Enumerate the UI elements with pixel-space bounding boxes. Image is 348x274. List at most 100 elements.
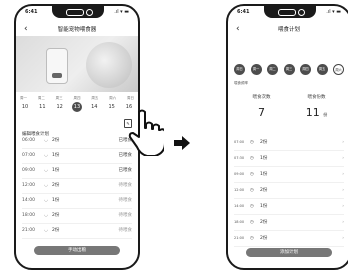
phone-notch — [52, 6, 104, 18]
chevron-right-icon: › — [342, 236, 344, 241]
row-portion: 1份 — [52, 198, 60, 203]
weekday-toggle[interactable]: 周五 — [316, 64, 328, 75]
row-portion: 2份 — [52, 183, 60, 188]
plan-portion: 1份 — [260, 156, 268, 161]
plan-row[interactable]: 18:00 ◷ 2份 › — [234, 215, 344, 231]
row-portion: 2份 — [52, 138, 60, 143]
date-selector[interactable]: 10 11 12 13 14 15 16 — [20, 102, 134, 112]
bowl-icon: ◡ — [44, 183, 48, 188]
chevron-right-icon: › — [342, 172, 344, 177]
page-title: 智能宠物喂食器 — [57, 27, 97, 33]
plan-portion: 2份 — [260, 220, 268, 225]
schedule-row[interactable]: 07:00 ◡ 1份 已喂食 — [22, 149, 132, 164]
schedule-row[interactable]: 14:00 ◡ 1份 待喂食 — [22, 194, 132, 209]
add-plan-button[interactable]: 添加计划 — [246, 248, 332, 257]
portion-number: 11 — [305, 106, 320, 119]
right-phone-frame: 6:41 .ıl ▾ ▬ ‹ 喂食计划 周日 周一 周二 周三 周四 周五 周六 喂食频率 … — [226, 4, 348, 270]
weekday-toggle[interactable]: 周三 — [283, 64, 295, 75]
weekday-label: 周日 — [126, 96, 134, 100]
date-item[interactable]: 15 — [107, 102, 117, 112]
weekday-toggle-group: 周日 周一 周二 周三 周四 周五 周六 — [234, 64, 344, 75]
chevron-right-icon: › — [342, 140, 344, 145]
plan-portion: 2份 — [260, 188, 268, 193]
clock-icon: ◷ — [250, 172, 254, 177]
schedule-row[interactable]: 09:00 ◡ 1份 已喂食 — [22, 164, 132, 179]
left-phone-frame: 6:41 .ıl ▾ ▬ ‹ 智能宠物喂食器 周一 周二 周三 周四 周五 周六 周日 10… — [14, 4, 140, 270]
weekday-label: 周五 — [91, 96, 99, 100]
chevron-right-icon: › — [342, 220, 344, 225]
weekday-label: 周四 — [73, 96, 81, 100]
cat-image — [86, 42, 132, 88]
row-time: 07:00 — [22, 153, 35, 158]
weekday-label: 周二 — [37, 96, 45, 100]
row-status: 已喂食 — [118, 168, 133, 173]
plan-time: 14:00 — [234, 204, 245, 208]
bowl-icon: ◡ — [44, 213, 48, 218]
weekday-toggle[interactable]: 周四 — [300, 64, 311, 75]
schedule-header: 编辑喂食计划 ✎ — [22, 119, 132, 137]
clock-icon: ◷ — [250, 220, 254, 225]
plan-row[interactable]: 21:00 ◷ 2份 › — [234, 231, 344, 247]
date-item[interactable]: 12 — [55, 102, 65, 112]
feeder-device-image — [46, 48, 68, 84]
plan-time: 07:30 — [234, 156, 245, 160]
portion-unit: 份 — [323, 112, 328, 117]
bowl-icon: ◡ — [44, 168, 48, 173]
row-time: 18:00 — [22, 213, 35, 218]
plan-time: 12:00 — [234, 188, 245, 192]
flow-arrow-icon — [174, 136, 190, 150]
row-status: 待喂食 — [118, 228, 133, 233]
date-item[interactable]: 10 — [20, 102, 30, 112]
status-icons: .ıl ▾ ▬ — [114, 9, 129, 15]
weekday-label: 周一 — [20, 96, 27, 100]
status-icons: .ıl ▾ ▬ — [326, 9, 341, 15]
date-item[interactable]: 14 — [89, 102, 99, 112]
feed-count-value: 7 — [258, 106, 265, 119]
schedule-row[interactable]: 18:00 ◡ 2份 待喂食 — [22, 209, 132, 224]
row-time: 21:00 — [22, 228, 35, 233]
clock-icon: ◷ — [250, 188, 254, 193]
bowl-icon: ◡ — [44, 228, 48, 233]
feed-portion-value: 11 份 — [289, 106, 344, 119]
row-status: 待喂食 — [118, 213, 133, 218]
row-status: 待喂食 — [118, 198, 133, 203]
plan-portion: 1份 — [260, 204, 268, 209]
plan-row[interactable]: 07:00 ◷ 2份 › — [234, 135, 344, 151]
page-title: 喂食计划 — [277, 27, 300, 33]
weekday-toggle[interactable]: 周六 — [333, 64, 344, 75]
feed-count-label: 喂食次数 — [252, 95, 271, 100]
plan-time: 18:00 — [234, 220, 245, 224]
phone-notch — [264, 6, 316, 18]
weekday-toggle[interactable]: 周一 — [250, 64, 262, 75]
tap-hand-icon — [128, 109, 164, 156]
plan-row[interactable]: 09:00 ◷ 1份 › — [234, 167, 344, 183]
weekday-label: 周三 — [55, 96, 63, 100]
row-time: 09:00 — [22, 168, 35, 173]
date-item[interactable]: 11 — [37, 102, 47, 112]
date-item[interactable]: 13 — [71, 102, 82, 112]
chevron-right-icon: › — [342, 204, 344, 209]
weekday-toggle[interactable]: 周日 — [234, 64, 245, 75]
plan-portion: 1份 — [260, 172, 268, 177]
plan-row[interactable]: 07:30 ◷ 1份 › — [234, 151, 344, 167]
row-status: 待喂食 — [118, 183, 133, 188]
row-time: 12:00 — [22, 183, 35, 188]
feed-portion-label: 喂食份数 — [307, 95, 326, 100]
plan-list: 07:00 ◷ 2份 › 07:30 ◷ 1份 › 09:00 ◷ 1份 › 12:00 ◷ 2份 › 14:0… — [234, 135, 344, 247]
manual-feed-button[interactable]: 手动出粮 — [34, 246, 120, 255]
nav-bar: ‹ 喂食计划 — [228, 24, 348, 36]
plan-row[interactable]: 14:00 ◷ 1份 › — [234, 199, 344, 215]
feeding-schedule-list: 06:00 ◡ 2份 已喂食 07:00 ◡ 1份 已喂食 09:00 ◡ 1份 已喂食 12:00 ◡ 2… — [22, 134, 132, 239]
row-time: 14:00 — [22, 198, 35, 203]
plan-time: 07:00 — [234, 140, 245, 144]
row-time: 06:00 — [22, 138, 35, 143]
clock-icon: ◷ — [250, 156, 254, 161]
schedule-row[interactable]: 21:00 ◡ 2份 待喂食 — [22, 224, 132, 239]
clock-icon: ◷ — [250, 236, 254, 241]
plan-row[interactable]: 12:00 ◷ 2份 › — [234, 183, 344, 199]
status-time: 6:41 — [237, 9, 250, 15]
schedule-row[interactable]: 12:00 ◡ 2份 待喂食 — [22, 179, 132, 194]
weekday-toggle[interactable]: 周二 — [267, 64, 278, 75]
schedule-row[interactable]: 06:00 ◡ 2份 已喂食 — [22, 134, 132, 149]
feeding-summary: 喂食次数 7 喂食份数 11 份 — [234, 88, 344, 128]
